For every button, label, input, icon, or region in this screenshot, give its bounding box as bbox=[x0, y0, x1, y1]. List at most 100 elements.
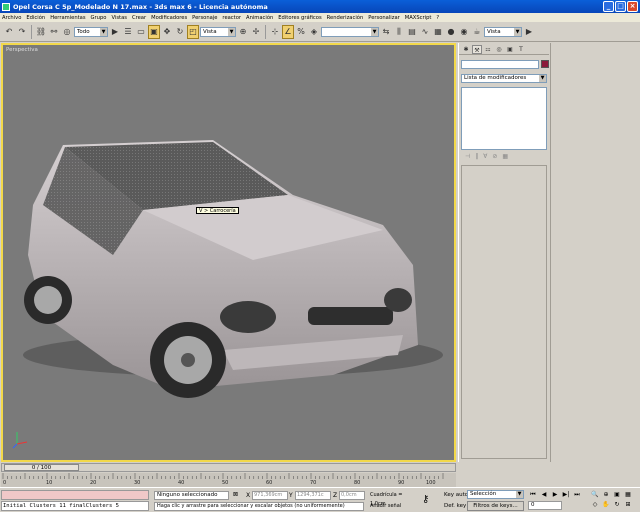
reference-coord-select[interactable]: Vista ▼ bbox=[200, 26, 236, 37]
remove-modifier-icon[interactable]: ⊘ bbox=[492, 153, 497, 163]
field-of-view-icon[interactable]: ◇ bbox=[590, 500, 600, 509]
undo-icon[interactable]: ↶ bbox=[3, 25, 15, 39]
menu-personalizar[interactable]: Personalizar bbox=[368, 15, 400, 21]
align-icon[interactable]: ⫼ bbox=[393, 25, 405, 39]
menu-renderizacion[interactable]: Renderización bbox=[327, 15, 364, 21]
menu-personaje[interactable]: Personaje bbox=[192, 15, 217, 21]
bind-space-warp-icon[interactable]: ◎ bbox=[61, 25, 73, 39]
quick-render-icon[interactable]: ☕ bbox=[471, 25, 483, 39]
motion-tab-icon[interactable]: ◎ bbox=[494, 45, 504, 54]
render-type-select[interactable]: Vista ▼ bbox=[484, 26, 522, 37]
window-crossing-icon[interactable]: ▣ bbox=[148, 24, 160, 39]
play-icon[interactable]: ▶ bbox=[550, 490, 560, 499]
auto-key-button[interactable]: Key auto bbox=[444, 492, 468, 498]
minimize-button[interactable]: _ bbox=[603, 1, 614, 12]
set-key-icon[interactable]: ⚷ bbox=[422, 494, 429, 505]
next-frame-icon[interactable]: ▶| bbox=[561, 490, 571, 499]
display-tab-icon[interactable]: ▣ bbox=[505, 45, 515, 54]
modifier-stack[interactable] bbox=[461, 87, 547, 150]
maximize-viewport-icon[interactable]: ⊞ bbox=[623, 500, 633, 509]
menu-grupo[interactable]: Grupo bbox=[91, 15, 107, 21]
zoom-all-icon[interactable]: ⊕ bbox=[601, 490, 611, 499]
unlink-icon[interactable]: ⚯ bbox=[48, 25, 60, 39]
menu-herramientas[interactable]: Herramientas bbox=[50, 15, 85, 21]
percent-snap-icon[interactable]: % bbox=[295, 25, 307, 39]
link-icon[interactable]: ⛓ bbox=[35, 25, 47, 39]
current-frame-field[interactable]: 0 bbox=[528, 501, 562, 510]
object-name-field[interactable] bbox=[461, 60, 539, 69]
viewport-label[interactable]: Perspectiva bbox=[6, 47, 38, 53]
close-button[interactable]: × bbox=[627, 1, 638, 12]
angle-snap-icon[interactable]: ∠ bbox=[282, 24, 294, 39]
named-selection-select[interactable]: ▼ bbox=[321, 26, 379, 37]
pivot-center-icon[interactable]: ⊕ bbox=[237, 25, 249, 39]
rectangular-selection-icon[interactable]: ▭ bbox=[135, 25, 147, 39]
trackbar[interactable]: 0 10 20 30 40 50 60 70 80 90 100 bbox=[1, 473, 456, 487]
z-coordinate-field[interactable]: 0,0cm bbox=[339, 491, 365, 500]
create-tab-icon[interactable]: ✱ bbox=[461, 45, 471, 54]
time-slider[interactable]: 0 / 100 bbox=[1, 463, 456, 472]
menu-crear[interactable]: Crear bbox=[132, 15, 146, 21]
spinner-snap-icon[interactable]: ◈ bbox=[308, 25, 320, 39]
make-unique-icon[interactable]: ∀ bbox=[483, 153, 487, 163]
rotate-icon[interactable]: ↻ bbox=[174, 25, 186, 39]
maxscript-listener-input[interactable] bbox=[1, 490, 149, 500]
modifier-list-select[interactable]: Lista de modificadores ▼ bbox=[461, 74, 547, 83]
x-coordinate-field[interactable]: 971,369cm bbox=[252, 491, 288, 500]
render-scene-icon[interactable]: ◉ bbox=[458, 25, 470, 39]
select-by-name-icon[interactable]: ☰ bbox=[122, 25, 134, 39]
select-object-icon[interactable]: ▶ bbox=[109, 25, 121, 39]
menu-animacion[interactable]: Animación bbox=[246, 15, 273, 21]
previous-frame-icon[interactable]: ◀ bbox=[539, 490, 549, 499]
add-time-tag-button[interactable]: Añadir señal tiempo bbox=[370, 502, 418, 511]
reference-coord-value: Vista bbox=[203, 28, 217, 35]
menu-reactor[interactable]: reactor bbox=[222, 15, 241, 21]
zoom-extents-icon[interactable]: ▣ bbox=[612, 490, 622, 499]
manipulate-icon[interactable]: ✢ bbox=[250, 25, 262, 39]
go-to-start-icon[interactable]: ⏮ bbox=[528, 490, 538, 499]
perspective-viewport[interactable]: Perspectiva V > Carrocería bbox=[1, 43, 456, 462]
schematic-view-icon[interactable]: ▦ bbox=[432, 25, 444, 39]
scale-icon[interactable]: ◰ bbox=[187, 24, 199, 39]
menu-editores-graficos[interactable]: Editores gráficos bbox=[278, 15, 321, 21]
modify-tab-icon[interactable]: ⚒ bbox=[472, 45, 482, 54]
menu-archivo[interactable]: Archivo bbox=[2, 15, 21, 21]
tick-label: 80 bbox=[354, 480, 361, 486]
trackbar-ticks bbox=[2, 473, 444, 479]
menu-modificadores[interactable]: Modificadores bbox=[151, 15, 187, 21]
menu-edicion[interactable]: Edición bbox=[26, 15, 45, 21]
menu-vistas[interactable]: Vistas bbox=[111, 15, 127, 21]
go-to-end-icon[interactable]: ⏭ bbox=[572, 490, 582, 499]
curve-editor-icon[interactable]: ∿ bbox=[419, 25, 431, 39]
move-icon[interactable]: ✥ bbox=[161, 25, 173, 39]
key-filters-button[interactable]: Filtros de keys... bbox=[467, 501, 524, 511]
utilities-tab-icon[interactable]: T bbox=[516, 45, 526, 54]
maxscript-listener-output[interactable]: Initial Clusters 11 finalClusters 5 bbox=[1, 501, 149, 511]
set-key-button[interactable]: Def. key bbox=[444, 503, 466, 509]
mirror-icon[interactable]: ⇆ bbox=[380, 25, 392, 39]
tick-label: 70 bbox=[310, 480, 317, 486]
zoom-icon[interactable]: 🔍 bbox=[590, 490, 600, 499]
material-editor-icon[interactable]: ● bbox=[445, 25, 457, 39]
y-coordinate-field[interactable]: 1294,371c bbox=[295, 491, 331, 500]
snaps-toggle-icon[interactable]: ⊹ bbox=[269, 25, 281, 39]
selection-lock-icon[interactable]: ⊠ bbox=[233, 491, 241, 499]
zoom-extents-all-icon[interactable]: ▦ bbox=[623, 490, 633, 499]
time-slider-thumb[interactable]: 0 / 100 bbox=[4, 464, 79, 471]
object-color-swatch[interactable] bbox=[541, 60, 549, 68]
menu-help[interactable]: ? bbox=[436, 15, 439, 21]
pin-stack-icon[interactable]: ⊣ bbox=[465, 153, 470, 163]
redo-icon[interactable]: ↷ bbox=[16, 25, 28, 39]
arc-rotate-icon[interactable]: ↻ bbox=[612, 500, 622, 509]
layer-manager-icon[interactable]: ▤ bbox=[406, 25, 418, 39]
menu-maxscript[interactable]: MAXScript bbox=[405, 15, 432, 21]
pan-icon[interactable]: ✋ bbox=[601, 500, 611, 509]
show-end-result-icon[interactable]: ‖ bbox=[475, 153, 478, 163]
configure-sets-icon[interactable]: ▦ bbox=[502, 153, 508, 163]
render-last-icon[interactable]: ▶ bbox=[523, 25, 535, 39]
selection-filter-select[interactable]: Todo ▼ bbox=[74, 26, 108, 37]
hierarchy-tab-icon[interactable]: ⚏ bbox=[483, 45, 493, 54]
maximize-button[interactable]: □ bbox=[615, 1, 626, 12]
chevron-down-icon: ▼ bbox=[516, 491, 523, 498]
key-mode-select[interactable]: Selección ▼ bbox=[467, 490, 524, 499]
